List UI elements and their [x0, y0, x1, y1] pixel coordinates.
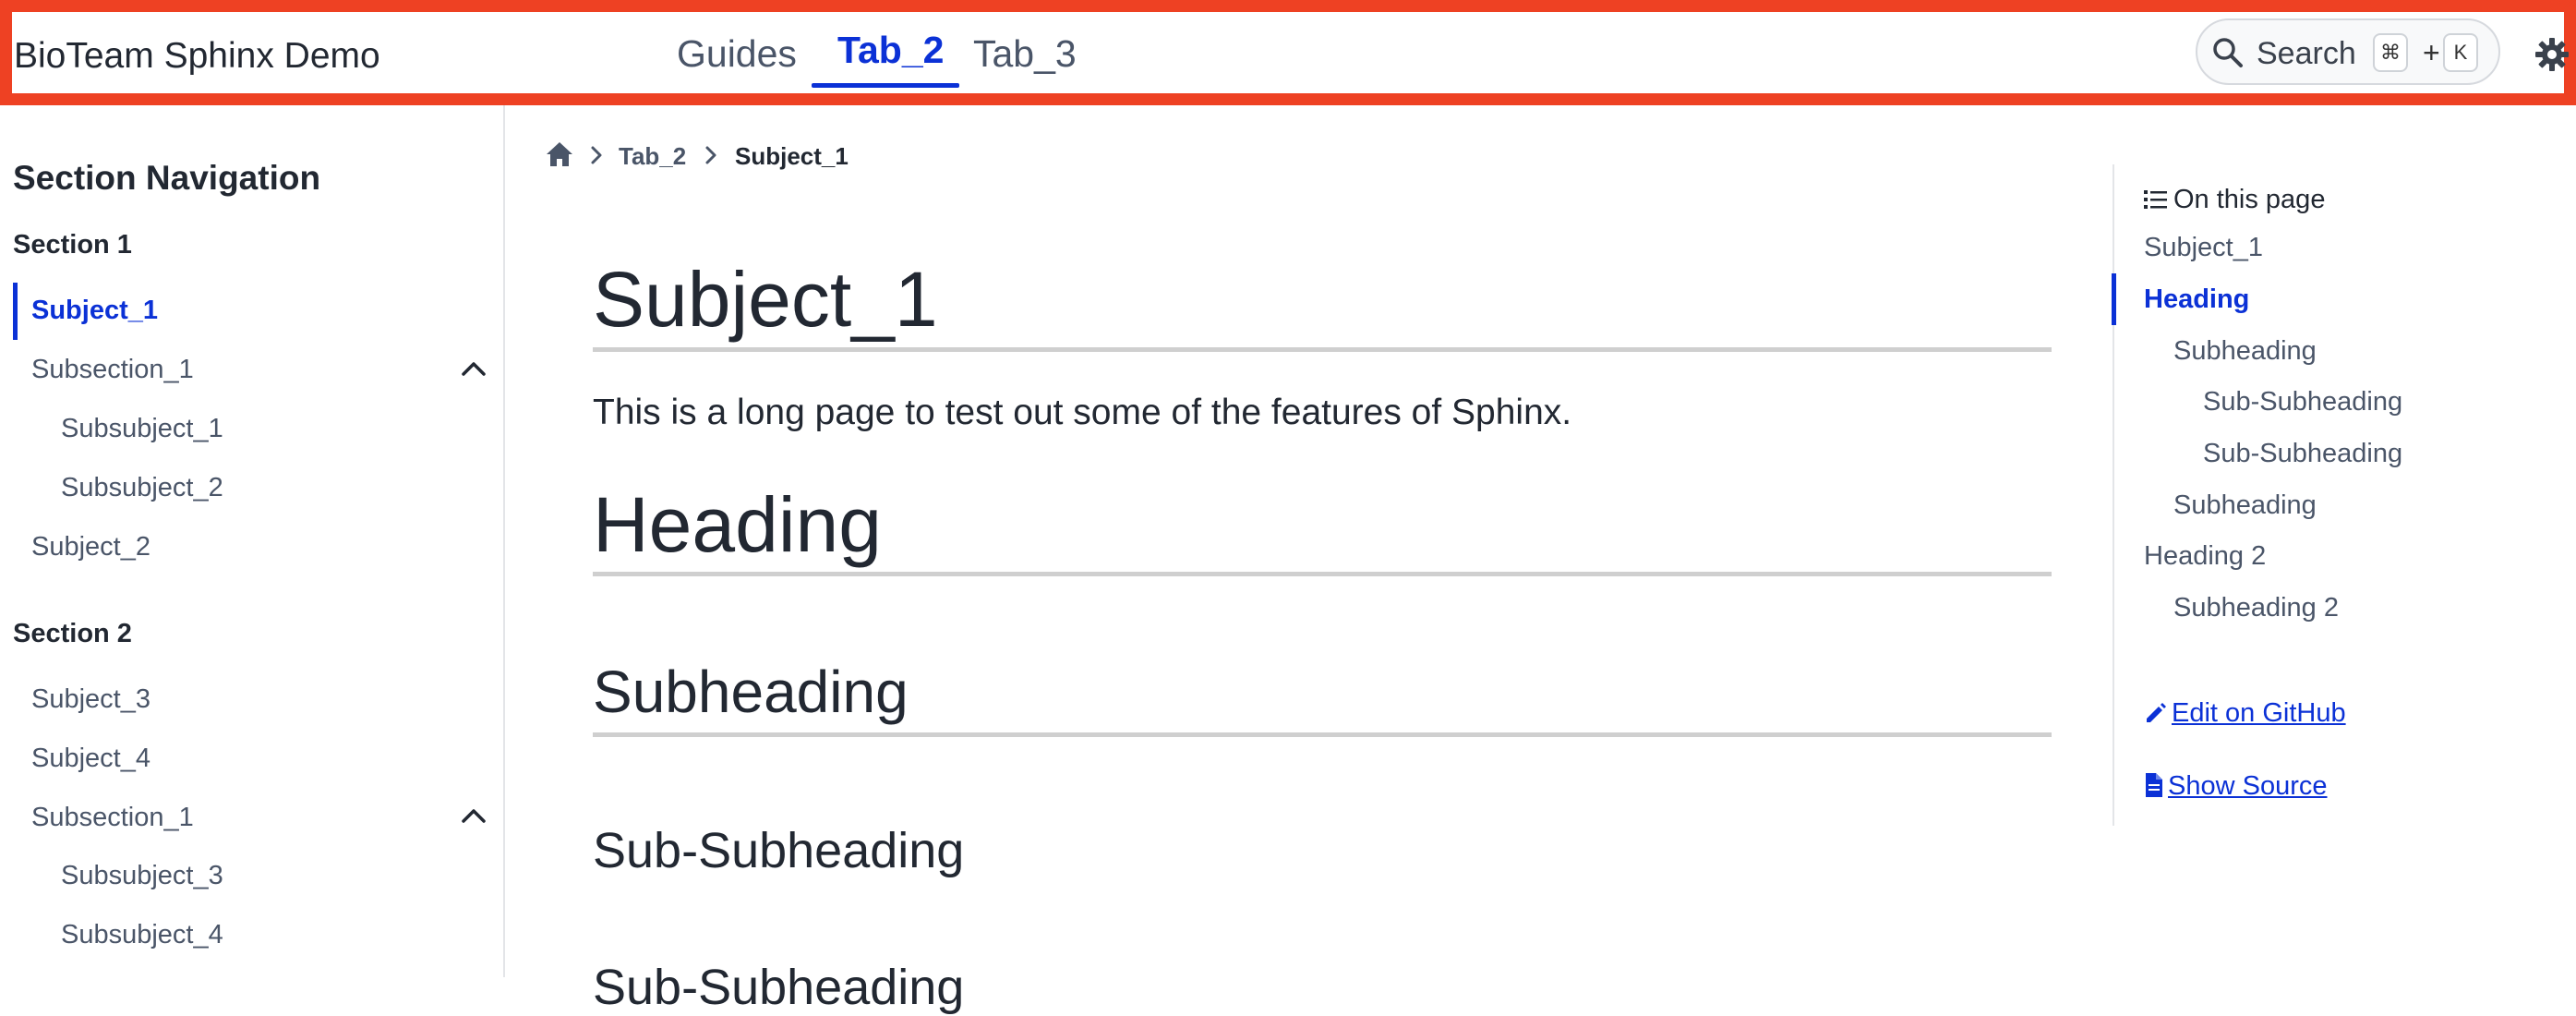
chevron-right-icon — [704, 144, 718, 171]
sub-subheading-1: Sub-Subheading — [593, 823, 965, 878]
toc-title: On this page — [2144, 185, 2325, 215]
chevron-up-icon[interactable] — [460, 357, 488, 385]
subheading: Subheading — [593, 659, 909, 725]
sidebar-item-subject-4[interactable]: Subject_4 — [31, 744, 150, 774]
toc-item-sub-subheading-2[interactable]: Sub-Subheading — [2203, 439, 2402, 469]
section-caption-1: Section 1 — [13, 230, 132, 260]
top-navbar: BioTeam Sphinx Demo Guides Tab_2 Tab_3 S… — [0, 0, 2576, 105]
toc-item-subheading-b[interactable]: Subheading — [2173, 490, 2317, 521]
sidebar-item-subsubject-4[interactable]: Subsubject_4 — [61, 920, 223, 950]
sidebar: Section Navigation Section 1 Subject_1 S… — [0, 105, 505, 977]
breadcrumb-tab-2[interactable]: Tab_2 — [619, 142, 686, 171]
sidebar-item-subject-1[interactable]: Subject_1 — [31, 296, 158, 326]
file-icon — [2146, 773, 2162, 797]
tab-guides[interactable]: Guides — [677, 32, 797, 76]
intro-paragraph: This is a long page to test out some of … — [593, 393, 1572, 432]
tab-tab-2[interactable]: Tab_2 — [837, 29, 944, 72]
edit-on-github-link[interactable]: Edit on GitHub — [2144, 698, 2346, 729]
sidebar-item-subsubject-3[interactable]: Subsubject_3 — [61, 861, 223, 891]
page-title: Subject_1 — [593, 256, 938, 343]
toc-title-label: On this page — [2173, 185, 2326, 214]
list-icon — [2144, 190, 2167, 209]
toc-item-sub-subheading-1[interactable]: Sub-Subheading — [2203, 387, 2402, 417]
search-button[interactable]: Search ⌘ + K — [2196, 18, 2500, 85]
section-caption-2: Section 2 — [13, 619, 132, 648]
show-source-link[interactable]: Show Source — [2144, 771, 2328, 802]
pencil-icon — [2147, 703, 2166, 722]
toc-item-subject-1[interactable]: Subject_1 — [2144, 233, 2263, 263]
subheading-underline — [593, 732, 2052, 737]
sidebar-item-subject-3[interactable]: Subject_3 — [31, 684, 150, 715]
home-icon[interactable] — [545, 140, 574, 173]
site-title[interactable]: BioTeam Sphinx Demo — [14, 36, 380, 77]
breadcrumb-current: Subject_1 — [735, 142, 849, 170]
search-icon — [2212, 37, 2244, 73]
current-page-indicator — [13, 283, 18, 340]
title-underline — [593, 347, 2052, 352]
gear-icon[interactable] — [2534, 37, 2570, 77]
sidebar-item-subsection-1[interactable]: Subsection_1 — [31, 355, 194, 385]
toc-item-heading-2[interactable]: Heading 2 — [2144, 541, 2266, 572]
sidebar-item-subsection-1-b[interactable]: Subsection_1 — [31, 803, 194, 833]
toc-active-indicator — [2112, 273, 2116, 325]
chevron-up-icon[interactable] — [460, 804, 488, 832]
sub-subheading-2: Sub-Subheading — [593, 960, 965, 1015]
edit-on-github-label: Edit on GitHub — [2172, 698, 2346, 728]
toc-item-heading[interactable]: Heading — [2144, 284, 2249, 315]
shortcut-plus: + — [2423, 36, 2440, 69]
toc-item-subheading[interactable]: Subheading — [2173, 336, 2317, 367]
sidebar-item-subject-2[interactable]: Subject_2 — [31, 532, 150, 562]
heading: Heading — [593, 481, 882, 568]
sidebar-item-subsubject-1[interactable]: Subsubject_1 — [61, 414, 223, 444]
search-label: Search — [2257, 36, 2356, 71]
heading-underline — [593, 572, 2052, 576]
toc-item-subheading-2[interactable]: Subheading 2 — [2173, 593, 2339, 623]
tab-tab-3[interactable]: Tab_3 — [973, 32, 1077, 76]
sidebar-item-subsubject-2[interactable]: Subsubject_2 — [61, 473, 223, 503]
active-tab-indicator — [812, 83, 959, 88]
section-navigation-heading: Section Navigation — [13, 159, 321, 197]
shortcut-k-key: K — [2443, 33, 2478, 72]
show-source-label: Show Source — [2168, 771, 2328, 801]
shortcut-mod-key: ⌘ — [2373, 33, 2408, 72]
table-of-contents: On this page Subject_1 Heading Subheadin… — [2112, 164, 2558, 826]
chevron-right-icon — [589, 144, 604, 171]
